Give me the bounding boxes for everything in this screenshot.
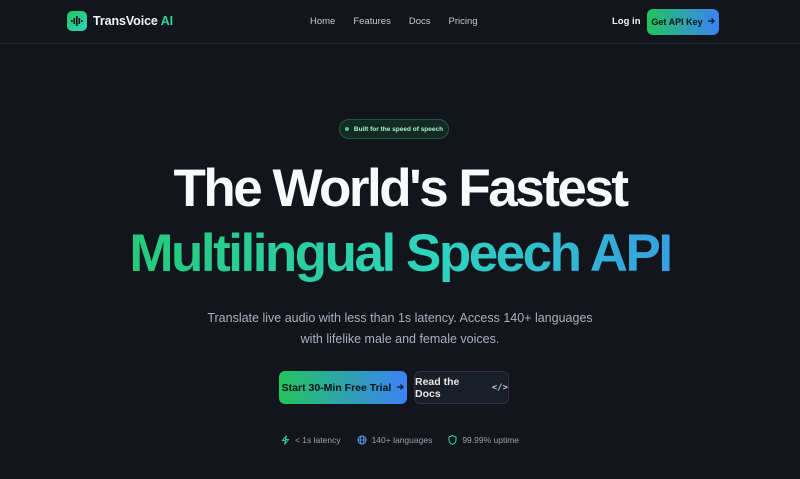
code-icon: </> <box>491 382 508 393</box>
brand-name: TransVoice AI <box>93 14 174 28</box>
stat-latency: < 1s latency <box>281 435 341 445</box>
read-docs-button[interactable]: Read the Docs </> <box>414 371 509 404</box>
nav-link-docs[interactable]: Docs <box>409 16 431 27</box>
badge-dot-icon <box>344 127 349 131</box>
shield-icon <box>448 435 457 445</box>
hero-subtitle-line1: Translate live audio with less than 1s l… <box>207 311 593 325</box>
hero-headline-line2: Multilingual Speech API <box>0 223 800 284</box>
stat-uptime: 99.99% uptime <box>448 435 519 445</box>
brand[interactable]: TransVoice AI <box>67 11 173 31</box>
waveform-logo-icon <box>67 11 87 31</box>
nav-link-features[interactable]: Features <box>353 16 391 27</box>
hero-badge: Built for the speed of speech <box>339 119 449 139</box>
get-api-key-label: Get API Key <box>651 17 703 27</box>
hero-subtitle: Translate live audio with less than 1s l… <box>150 308 650 350</box>
hero-badge-label: Built for the speed of speech <box>353 125 444 133</box>
start-trial-label: Start 30-Min Free Trial <box>281 381 392 394</box>
nav-link-pricing[interactable]: Pricing <box>449 16 478 27</box>
lightning-icon <box>281 435 290 445</box>
stat-latency-label: < 1s latency <box>294 435 341 445</box>
top-navbar: TransVoice AI Home Features Docs Pricing… <box>0 0 800 44</box>
hero-headline-line1: The World's Fastest <box>173 159 630 218</box>
stat-languages: 140+ languages <box>357 435 433 445</box>
get-api-key-button[interactable]: Get API Key <box>647 9 719 35</box>
login-link[interactable]: Log in <box>612 16 641 27</box>
arrow-right-icon <box>707 17 715 27</box>
nav-links: Home Features Docs Pricing <box>310 16 478 27</box>
arrow-right-icon <box>396 382 405 394</box>
globe-icon <box>357 435 367 445</box>
stats-row: < 1s latency 140+ languages 99.99% uptim… <box>0 435 800 445</box>
read-docs-label: Read the Docs <box>415 375 460 400</box>
hero-subtitle-line2: with lifelike male and female voices. <box>300 332 500 346</box>
stat-uptime-label: 99.99% uptime <box>462 435 520 445</box>
start-trial-button[interactable]: Start 30-Min Free Trial <box>279 371 407 404</box>
nav-link-home[interactable]: Home <box>310 16 335 27</box>
stat-languages-label: 140+ languages <box>371 435 433 445</box>
